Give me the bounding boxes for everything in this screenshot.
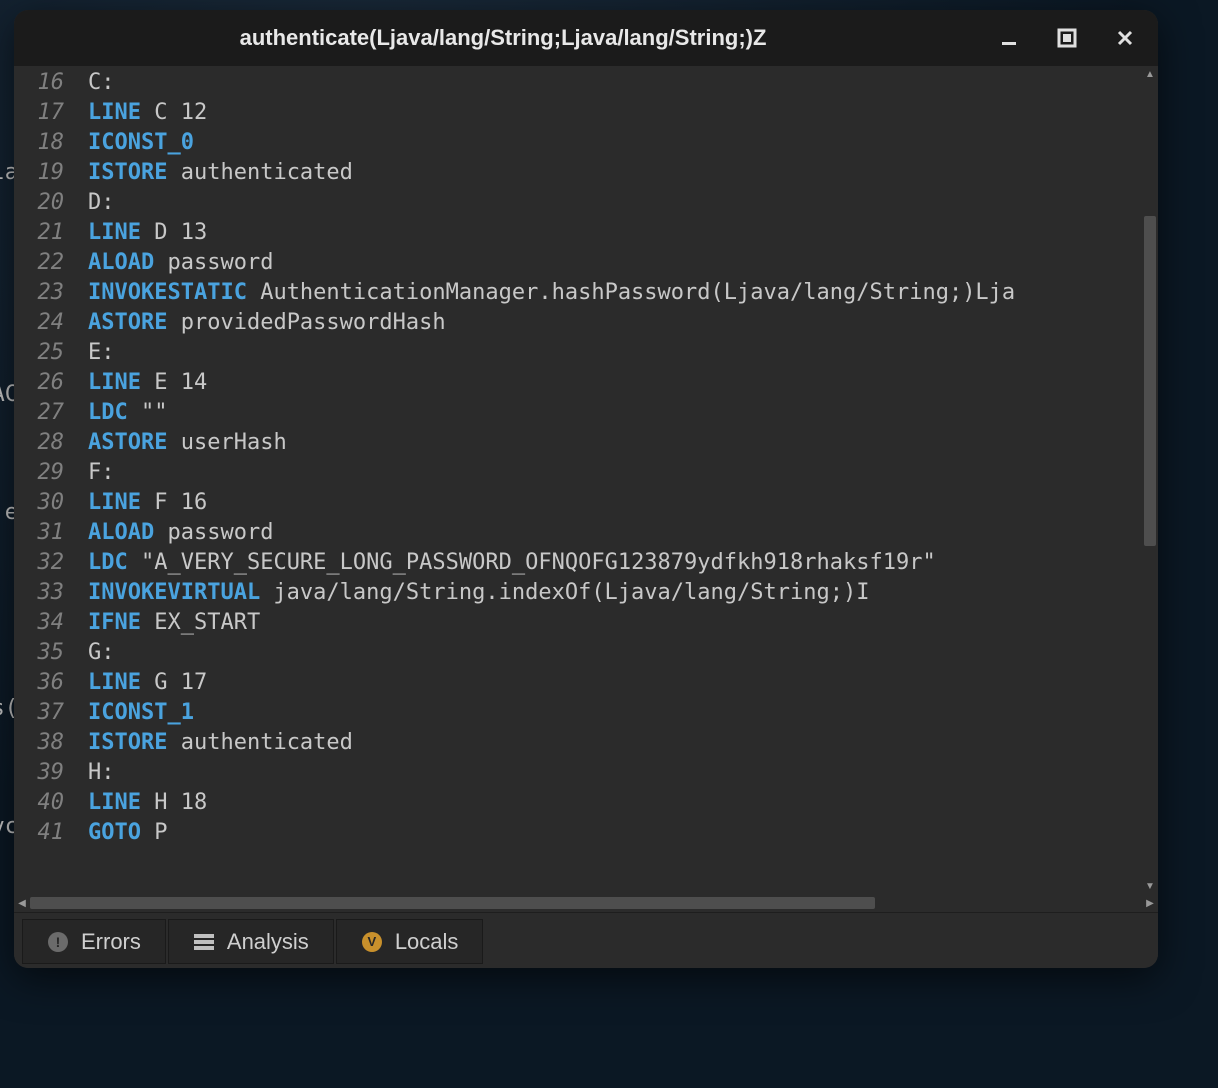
line-number: 21 [14, 218, 64, 248]
tab-analysis-label: Analysis [227, 929, 309, 955]
line-number: 30 [14, 488, 64, 518]
close-icon [1116, 29, 1134, 47]
code-line: G: [88, 638, 1142, 668]
line-number: 41 [14, 818, 64, 848]
scroll-up-icon[interactable]: ▲ [1142, 66, 1158, 82]
code-line: ASTORE userHash [88, 428, 1142, 458]
vertical-scroll-thumb[interactable] [1144, 216, 1156, 546]
code-line: IFNE EX_START [88, 608, 1142, 638]
scroll-down-icon[interactable]: ▼ [1142, 878, 1158, 894]
line-number: 29 [14, 458, 64, 488]
code-line: GOTO P [88, 818, 1142, 848]
code-line: H: [88, 758, 1142, 788]
code-line: LINE C 12 [88, 98, 1142, 128]
editor-body: 1617181920212223242526272829303132333435… [14, 66, 1158, 894]
line-number: 34 [14, 608, 64, 638]
line-number: 35 [14, 638, 64, 668]
line-number: 26 [14, 368, 64, 398]
code-line: LINE F 16 [88, 488, 1142, 518]
tab-errors-label: Errors [81, 929, 141, 955]
line-number: 17 [14, 98, 64, 128]
line-number: 25 [14, 338, 64, 368]
error-icon: ! [47, 931, 69, 953]
window-title: authenticate(Ljava/lang/String;Ljava/lan… [32, 25, 974, 51]
code-line: LINE G 17 [88, 668, 1142, 698]
tab-locals-label: Locals [395, 929, 459, 955]
code-line: C: [88, 68, 1142, 98]
code-line: D: [88, 188, 1142, 218]
code-line: LINE H 18 [88, 788, 1142, 818]
line-number: 39 [14, 758, 64, 788]
code-line: LDC "" [88, 398, 1142, 428]
line-number: 37 [14, 698, 64, 728]
line-number: 27 [14, 398, 64, 428]
line-number: 22 [14, 248, 64, 278]
line-number: 28 [14, 428, 64, 458]
line-number: 23 [14, 278, 64, 308]
line-number: 19 [14, 158, 64, 188]
minimize-icon [1000, 29, 1018, 47]
tab-analysis[interactable]: Analysis [168, 919, 334, 964]
code-line: INVOKESTATIC AuthenticationManager.hashP… [88, 278, 1142, 308]
code-line: F: [88, 458, 1142, 488]
bytecode-viewer-window: authenticate(Ljava/lang/String;Ljava/lan… [14, 10, 1158, 968]
line-number-gutter: 1617181920212223242526272829303132333435… [14, 66, 74, 894]
horizontal-scrollbar[interactable]: ◀ ▶ [14, 894, 1158, 912]
horizontal-scroll-track[interactable] [30, 896, 1142, 910]
line-number: 20 [14, 188, 64, 218]
close-button[interactable] [1110, 23, 1140, 53]
maximize-icon [1057, 28, 1077, 48]
line-number: 18 [14, 128, 64, 158]
maximize-button[interactable] [1052, 23, 1082, 53]
code-line: ISTORE authenticated [88, 158, 1142, 188]
vertical-scrollbar[interactable]: ▲ ▼ [1142, 66, 1158, 894]
minimize-button[interactable] [994, 23, 1024, 53]
line-number: 40 [14, 788, 64, 818]
code-line: ALOAD password [88, 248, 1142, 278]
line-number: 32 [14, 548, 64, 578]
tab-errors[interactable]: ! Errors [22, 919, 166, 964]
line-number: 16 [14, 68, 64, 98]
line-number: 33 [14, 578, 64, 608]
tab-locals[interactable]: V Locals [336, 919, 484, 964]
line-number: 31 [14, 518, 64, 548]
line-number: 24 [14, 308, 64, 338]
code-line: ICONST_0 [88, 128, 1142, 158]
code-line: LINE E 14 [88, 368, 1142, 398]
line-number: 38 [14, 728, 64, 758]
code-line: ISTORE authenticated [88, 728, 1142, 758]
code-line: LINE D 13 [88, 218, 1142, 248]
code-line: ASTORE providedPasswordHash [88, 308, 1142, 338]
code-line: ICONST_1 [88, 698, 1142, 728]
analysis-icon [193, 931, 215, 953]
code-content[interactable]: C:LINE C 12ICONST_0ISTORE authenticatedD… [74, 66, 1142, 894]
code-line: E: [88, 338, 1142, 368]
bottom-tabs: ! Errors Analysis V Locals [14, 912, 1158, 968]
locals-icon: V [361, 931, 383, 953]
code-line: INVOKEVIRTUAL java/lang/String.indexOf(L… [88, 578, 1142, 608]
horizontal-scroll-thumb[interactable] [30, 897, 875, 909]
editor-area: 1617181920212223242526272829303132333435… [14, 66, 1158, 912]
code-line: ALOAD password [88, 518, 1142, 548]
code-line: LDC "A_VERY_SECURE_LONG_PASSWORD_OFNQOFG… [88, 548, 1142, 578]
line-number: 36 [14, 668, 64, 698]
scroll-right-icon[interactable]: ▶ [1142, 894, 1158, 912]
scroll-left-icon[interactable]: ◀ [14, 894, 30, 912]
titlebar[interactable]: authenticate(Ljava/lang/String;Ljava/lan… [14, 10, 1158, 66]
desktop-background: laACes(vc authenticate(Ljava/lang/String… [0, 0, 1218, 1088]
window-controls [994, 23, 1140, 53]
